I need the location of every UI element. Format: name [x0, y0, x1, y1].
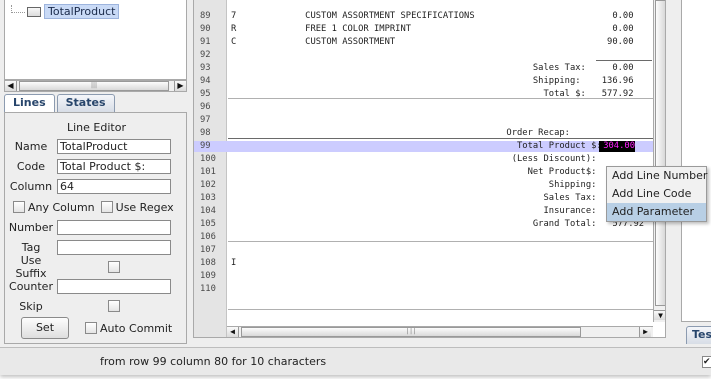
code-line[interactable]: 104 Insurance: 0.00 — [194, 206, 653, 217]
scroll-right-icon[interactable]: ▶ — [174, 81, 186, 91]
auto-commit-checkbox[interactable] — [85, 322, 97, 334]
code-line[interactable]: 92 — [194, 50, 653, 61]
menu-item-add-line-code[interactable]: Add Line Code — [607, 185, 706, 203]
vertical-scroll-thumb[interactable] — [655, 0, 665, 306]
column-field[interactable]: 64 — [57, 178, 171, 194]
column-row: Column 64 — [5, 178, 171, 194]
column-label: Column — [9, 179, 53, 193]
tree-connector — [11, 4, 25, 13]
use-suffix-row: Use Suffix — [5, 254, 171, 280]
grand-total-rule — [228, 241, 653, 242]
menu-item-add-line-number[interactable]: Add Line Number — [607, 167, 707, 185]
recap-rule — [228, 138, 653, 139]
number-label: Number — [8, 220, 54, 234]
code-row: Code Total Product $: — [5, 158, 171, 174]
use-regex-checkbox[interactable] — [100, 201, 113, 213]
any-column-checkbox[interactable] — [13, 201, 25, 213]
footer-rule — [228, 309, 653, 310]
selected-value[interactable]: 304.00 — [599, 141, 635, 152]
status-bar: from row 99 column 80 for 10 characters … — [0, 347, 711, 375]
section-rule — [228, 98, 653, 99]
code-line[interactable]: 90 R FREE 1 COLOR IMPRINT 0.00 — [194, 24, 653, 35]
name-label: Name — [14, 139, 48, 153]
name-row: Name TotalProduct — [5, 138, 171, 154]
subtotal-rule — [596, 60, 652, 61]
name-field[interactable]: TotalProduct — [57, 138, 171, 154]
status-checkbox[interactable]: ✔ — [702, 356, 711, 368]
code-line[interactable]: 97 — [194, 115, 653, 126]
horizontal-scroll-thumb[interactable]: ||| — [241, 327, 581, 337]
code-line[interactable]: 109 — [194, 271, 653, 282]
code-line[interactable]: 100 (Less Discount): — [194, 154, 653, 165]
skip-cell — [57, 300, 171, 312]
menu-item-add-parameter[interactable]: Add Parameter — [607, 203, 706, 221]
code-line-highlighted[interactable]: 99 Total Product $: 304.00 — [194, 141, 653, 152]
use-suffix-cell — [57, 261, 171, 273]
use-suffix-checkbox[interactable] — [108, 261, 120, 273]
scroll-left-icon[interactable]: ◀ — [5, 81, 17, 91]
code-line[interactable]: 102 Shipping: — [194, 180, 653, 191]
options-row: Any Column Use Regex — [13, 199, 180, 215]
code-line[interactable]: 107 — [194, 245, 653, 256]
skip-row: Skip — [5, 298, 171, 314]
line-tree[interactable]: TotalProduct — [4, 0, 187, 80]
tree-horizontal-scrollbar[interactable]: ◀ ||| ▶ — [4, 80, 187, 92]
context-menu: Add Line Number Add Line Code Add Parame… — [606, 166, 707, 222]
code-line[interactable]: 91 C CUSTOM ASSORTMENT 90.00 — [194, 37, 653, 48]
scroll-left-icon[interactable]: ◀ — [227, 327, 239, 337]
scroll-right-icon[interactable]: ▶ — [639, 327, 651, 337]
counter-label: Counter — [9, 279, 53, 293]
scroll-thumb[interactable]: ||| — [19, 81, 169, 91]
code-line[interactable]: 89 7 CUSTOM ASSORTMENT SPECIFICATIONS 0.0… — [194, 11, 653, 22]
auto-commit-label: Auto Commit — [100, 321, 173, 335]
counter-field[interactable] — [57, 278, 171, 294]
skip-label: Skip — [19, 299, 43, 313]
line-editor-title: Line Editor — [67, 121, 126, 134]
tab-bar: Lines States — [4, 94, 117, 112]
tag-field[interactable] — [57, 239, 171, 255]
number-row: Number — [5, 219, 171, 235]
code-line[interactable]: 96 — [194, 102, 653, 113]
number-field[interactable] — [57, 219, 171, 235]
scroll-down-icon[interactable]: ▼ — [654, 310, 665, 320]
code-line[interactable]: 108 I — [194, 258, 653, 269]
counter-row: Counter — [5, 278, 171, 294]
use-regex-label: Use Regex — [115, 200, 174, 214]
right-panel — [681, 0, 711, 322]
tab-lines[interactable]: Lines — [4, 94, 55, 112]
tree-item-label: TotalProduct — [44, 4, 120, 19]
tab-test[interactable]: Tes — [686, 326, 711, 344]
skip-checkbox[interactable] — [108, 300, 120, 312]
document-code-view[interactable]: 89 7 CUSTOM ASSORTMENT SPECIFICATIONS 0.0… — [193, 0, 666, 338]
tree-item[interactable]: TotalProduct — [11, 4, 120, 19]
any-column-label: Any Column — [28, 200, 95, 214]
tab-states[interactable]: States — [56, 94, 115, 112]
code-line[interactable]: 101 Net Product$: — [194, 167, 653, 178]
code-horizontal-scrollbar[interactable]: ◀ ||| ▶ — [227, 326, 653, 337]
code-line[interactable]: 93 Sales Tax: 0.00 — [194, 63, 653, 74]
set-button[interactable]: Set — [21, 317, 69, 339]
code-label: Code — [16, 159, 46, 173]
code-line[interactable]: 105 Grand Total: 577.92 — [194, 219, 653, 230]
code-line[interactable]: 110 — [194, 284, 653, 295]
auto-commit-row: Auto Commit — [85, 320, 178, 336]
status-text: from row 99 column 80 for 10 characters — [100, 355, 327, 368]
tag-label: Tag — [21, 240, 41, 254]
code-line[interactable]: 103 Sales Tax: — [194, 193, 653, 204]
folder-icon — [27, 6, 41, 17]
code-field[interactable]: Total Product $: — [57, 158, 171, 174]
code-vertical-scrollbar[interactable]: ▼ — [653, 0, 665, 322]
code-line[interactable]: 94 Shipping: 136.96 — [194, 76, 653, 87]
line-editor-panel: Line Editor Name TotalProduct Code Total… — [4, 112, 187, 344]
tag-row: Tag — [5, 239, 171, 255]
app-window: TotalProduct ◀ ||| ▶ Lines States Line E… — [0, 0, 711, 375]
use-suffix-label: Use Suffix — [15, 254, 47, 280]
